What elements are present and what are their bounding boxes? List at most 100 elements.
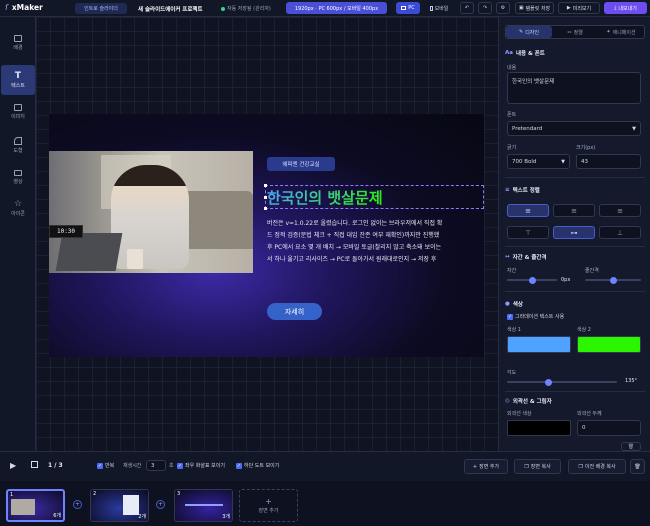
color2-label: 색상 2 [577,327,591,333]
weight-select[interactable]: 700 Bold ▼ [507,154,570,169]
angle-slider[interactable] [507,378,617,386]
valign-top-button[interactable]: ⊤ [507,226,549,239]
insert-scene-button[interactable]: + [156,500,165,509]
redo-icon: ↷ [482,5,488,11]
play-button[interactable]: ▶ [10,461,16,470]
check-icon: ✓ [507,313,513,320]
resize-handle[interactable] [264,207,267,210]
scene-thumbnail[interactable]: 1 6개 [6,489,65,522]
stroke-color-label: 외곽선 색상 [507,411,532,417]
add-scene-button[interactable]: + 장면 추가 [464,459,508,474]
undo-button[interactable]: ↶ [460,2,474,14]
size-input[interactable]: 43 [576,154,641,169]
stop-button[interactable] [31,461,38,468]
tab-design[interactable]: ✎ 디자인 [506,26,552,38]
section-stroke: ◎ 외곽선 & 그림자 [505,398,552,405]
sidebar-item-icon[interactable]: ☆ 아이콘 [1,193,35,223]
sidebar-item-text[interactable]: T 텍스트 [1,65,35,95]
gradient-checkbox[interactable]: ✓ 그라데이션 텍스트 사용 [507,313,564,320]
stroke-color-swatch[interactable] [507,420,571,436]
align-center-button[interactable]: ≡ [553,204,595,217]
slider-knob[interactable] [544,378,552,386]
content-textarea[interactable]: 한국인의 뱃살문제 [507,72,641,104]
sidebar-item-video[interactable]: 영상 [1,162,35,192]
duration-input[interactable]: 3 [146,460,166,471]
copy-scene-button[interactable]: ❐ 장면 복사 [514,459,561,474]
save-template-button[interactable]: ▣ 템플릿 저장 [515,2,554,14]
properties-panel: ✎ 디자인 ⚏ 정렬 ✦ 애니메이션 Aa 내용 & 폰트 내용 한국인의 뱃살문제 폰… [498,17,650,451]
stroke-width-input[interactable]: 0 [577,420,641,436]
sidebar-item-background[interactable]: 배경 [1,28,35,58]
scene-thumbnail[interactable]: 3 3개 [174,489,233,522]
slide-heading-selection[interactable]: 한국인의 뱃살문제 [264,184,484,210]
canvas-area: 10:30 헤피엔 건강교실 한국인의 뱃살문제 버전은 v=1.0.22로 올… [36,17,498,451]
template-button[interactable]: 인트로 슬라이더 [75,3,127,14]
slide-heading[interactable]: 한국인의 뱃살문제 [267,187,383,208]
arrows-checkbox[interactable]: ✓ 좌우 화살표 보이기 [177,462,225,469]
trash-icon: 🗑 [627,443,635,450]
page-indicator: 1 / 3 [48,462,63,469]
chevron-down-icon: ▼ [632,125,636,132]
align-right-button[interactable]: ≡ [599,204,641,217]
autosave-status: 자동 저장됨 (관리자) [221,5,271,12]
download-icon: ⤓ [614,5,617,11]
font-icon: Aa [505,50,513,56]
dots-checkbox[interactable]: ✓ 하단 도트 보이기 [236,462,279,469]
valign-middle-button[interactable]: ⊶ [553,226,595,239]
valign-middle-icon: ⊶ [570,228,578,237]
settings-button[interactable]: ⚙ [496,2,510,14]
project-title[interactable]: 새 슬라이드에이커 프로젝트 [138,5,203,13]
copy-prev-bg-button[interactable]: ❐ 이전 배경 복사 [568,459,626,474]
slider-knob[interactable] [528,276,536,284]
tab-animation[interactable]: ✦ 애니메이션 [598,26,644,38]
insert-scene-button[interactable]: + [73,500,82,509]
line-height-slider[interactable] [585,276,641,284]
delete-button[interactable]: 🗑 [621,442,641,451]
tab-align[interactable]: ⚏ 정렬 [552,26,598,38]
color1-swatch[interactable] [507,336,571,353]
scene-toolbar: ▶ 1 / 3 ✓ 반복 재생시간 3 초 ✓ 좌우 화살표 보이기 ✓ 하단 도트 … [0,451,650,481]
slider-knob[interactable] [609,276,617,284]
section-content-font: Aa 내용 & 폰트 [505,50,545,57]
divider [505,391,645,392]
picture-icon [14,104,22,111]
thumb-text-line [185,504,223,506]
resize-handle[interactable] [264,196,267,199]
export-button[interactable]: ⤓ 내보내기 [604,2,647,14]
add-scene-thumbnail[interactable]: + 장면 추가 [239,489,298,522]
left-sidebar: 배경 T 텍스트 이미지 도형 영상 ☆ 아이콘 [0,17,36,451]
valign-bottom-button[interactable]: ⊥ [599,226,641,239]
slide-photo[interactable]: 10:30 [49,151,253,273]
color2-swatch[interactable] [577,336,641,353]
resize-handle[interactable] [264,184,267,187]
canvas-size-badge[interactable]: 1920px · PC 600px / 모바일 400px [286,2,387,14]
photo-mug [127,249,143,269]
delete-scene-button[interactable]: 🗑 [630,459,645,474]
font-select[interactable]: Pretendard ▼ [507,121,641,136]
letter-spacing-slider[interactable] [507,276,557,284]
weight-label: 굵기 [507,145,517,151]
sparkle-icon: ✦ [606,29,611,35]
scene-thumbnail[interactable]: 2 2개 [90,489,149,522]
sidebar-item-image[interactable]: 이미지 [1,97,35,127]
scene-strip: 1 6개 + 2 2개 + 3 3개 + 장면 추가 [0,481,650,526]
preview-button[interactable]: ▶ 미리보기 [558,2,600,14]
save-icon: ▣ [518,5,524,11]
slide-body-text[interactable]: 버전은 v=1.0.22로 올렸습니다. 로그인 없이는 브라우저에서 직접 확… [267,218,484,266]
sidebar-item-shape[interactable]: 도형 [1,130,35,160]
mobile-toggle-button[interactable]: 모바일 [424,2,454,14]
align-icon: ⚏ [567,29,572,35]
slide-badge[interactable]: 헤피엔 건강교실 [267,157,335,171]
photo-clock: 10:30 [49,225,83,238]
redo-button[interactable]: ↷ [478,2,492,14]
pc-toggle-button[interactable]: PC [396,2,420,14]
trash-icon: 🗑 [634,463,641,470]
star-icon: ☆ [13,198,23,209]
repeat-checkbox[interactable]: ✓ 반복 [97,462,114,469]
top-bar: ſ xMaker 인트로 슬라이더 새 슬라이드에이커 프로젝트 자동 저장됨 … [0,0,650,17]
slide-canvas[interactable]: 10:30 헤피엔 건강교실 한국인의 뱃살문제 버전은 v=1.0.22로 올… [49,114,484,357]
align-left-button[interactable]: ≡ [507,204,549,217]
slide-cta-button[interactable]: 자세히 [267,303,322,320]
align-left-icon: ≡ [525,206,531,215]
align-center-icon: ≡ [571,206,577,215]
